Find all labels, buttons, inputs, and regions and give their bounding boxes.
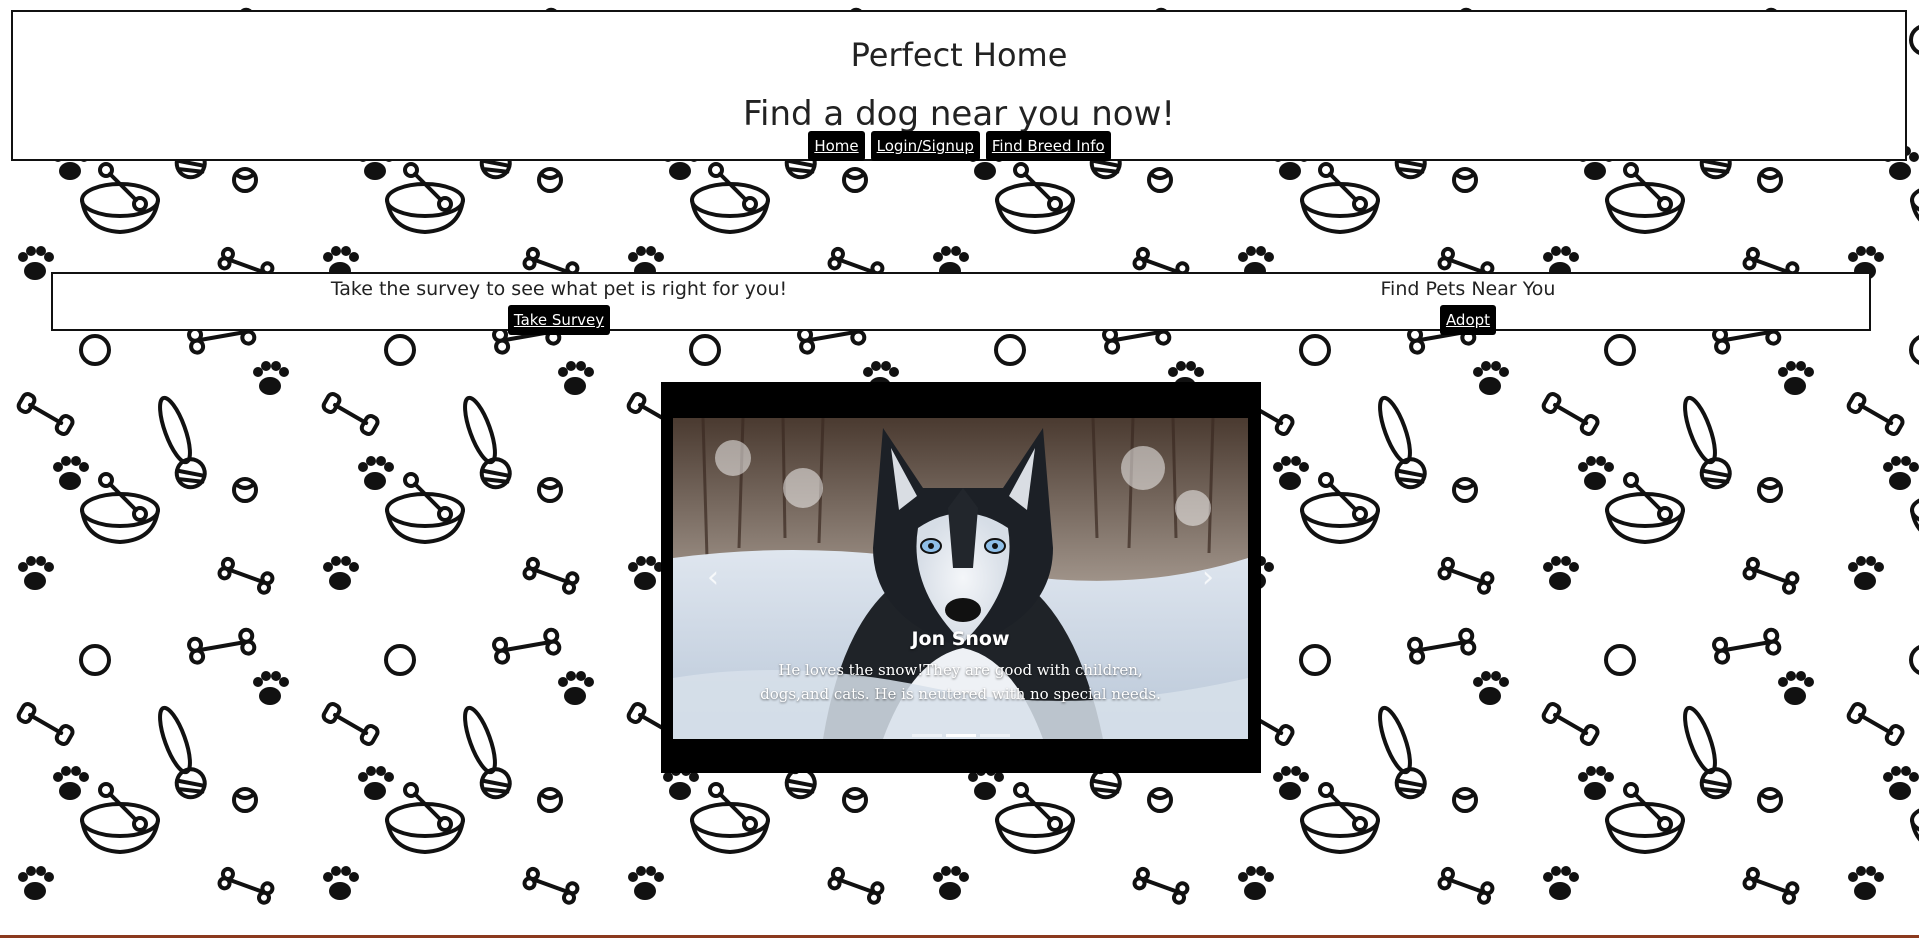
carousel-next-button[interactable]: ›	[1188, 558, 1228, 598]
slide-caption: Jon Snow He loves the snow!They are good…	[673, 628, 1248, 706]
dog-carousel: ‹ › Jon Snow He loves the snow!They are …	[661, 382, 1261, 773]
nav-home-link[interactable]: Home	[808, 131, 865, 161]
adopt-section: Find Pets Near You Adopt	[1288, 278, 1648, 335]
survey-prompt: Take the survey to see what pet is right…	[330, 278, 788, 300]
survey-adopt-panel: Take the survey to see what pet is right…	[51, 272, 1871, 335]
adopt-button[interactable]: Adopt	[1439, 305, 1497, 335]
carousel-indicator[interactable]	[945, 734, 976, 737]
nav-login-signup-link[interactable]: Login/Signup	[870, 131, 980, 161]
chevron-left-icon: ‹	[707, 560, 719, 595]
slide-description-line-1: He loves the snow!They are good with chi…	[778, 661, 1143, 679]
page-tagline: Find a dog near you now!	[742, 94, 1176, 134]
slide-description: He loves the snow!They are good with chi…	[673, 658, 1248, 706]
take-survey-button[interactable]: Take Survey	[507, 305, 611, 335]
chevron-right-icon: ›	[1202, 560, 1214, 595]
slide-title: Jon Snow	[911, 628, 1010, 650]
carousel-indicator[interactable]	[911, 734, 942, 737]
carousel-indicator[interactable]	[979, 734, 1010, 737]
carousel-slide: ‹ › Jon Snow He loves the snow!They are …	[673, 418, 1248, 739]
carousel-indicators	[673, 734, 1248, 737]
main-nav: Home Login/Signup Find Breed Info	[0, 131, 1919, 161]
site-title: Perfect Home	[850, 36, 1068, 74]
adopt-prompt: Find Pets Near You	[1380, 278, 1556, 300]
nav-find-breed-info-link[interactable]: Find Breed Info	[985, 131, 1111, 161]
slide-description-line-2: dogs,and cats. He is neutered with no sp…	[760, 685, 1161, 703]
carousel-prev-button[interactable]: ‹	[693, 558, 733, 598]
survey-section: Take the survey to see what pet is right…	[303, 278, 815, 335]
